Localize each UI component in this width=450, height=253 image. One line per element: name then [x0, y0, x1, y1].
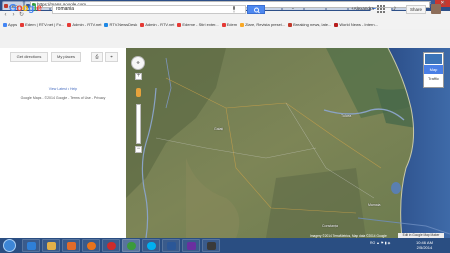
share-button[interactable]: Share: [406, 5, 426, 14]
chrome-icon: [127, 242, 136, 250]
map-canvas[interactable]: Galați Tulcea Constanța Mamaia: [126, 48, 450, 238]
taskbar-word[interactable]: [162, 239, 180, 252]
bookmark-label: Edem | RTV.net | Fo...: [25, 22, 65, 27]
traffic-button[interactable]: Traffic: [424, 76, 443, 82]
bookmark-item[interactable]: Admin - RTV.net: [140, 22, 174, 27]
bookmark-item[interactable]: RTV.NewsDesk: [104, 22, 137, 27]
bookmark-favicon-icon: [221, 22, 226, 27]
tray-icons[interactable]: ▲ ⚑ ▮ ◈: [376, 241, 390, 245]
bookmark-label: Edeme - Stiri exter...: [182, 22, 219, 27]
google-logo[interactable]: Google: [9, 3, 42, 14]
media-player-icon: [67, 242, 76, 250]
bookmark-item[interactable]: Ziare, Revista presei...: [240, 22, 285, 27]
taskbar-yahoo[interactable]: [182, 239, 200, 252]
apps-grid-icon[interactable]: [377, 5, 385, 13]
taskbar-explorer[interactable]: [42, 239, 60, 252]
bookmark-item[interactable]: Edeme - Stiri exter...: [177, 22, 219, 27]
clock-date: 2/5/2014: [416, 245, 433, 250]
menu-icon[interactable]: ≡: [440, 1, 448, 8]
microphone-icon[interactable]: [232, 6, 236, 13]
bookmark-item[interactable]: Edem: [221, 22, 238, 27]
clock[interactable]: 10:46 AM 2/5/2014: [416, 240, 433, 250]
system-tray: RO ▲ ⚑ ▮ ◈: [370, 241, 390, 245]
pan-control[interactable]: ✥: [131, 56, 145, 70]
internet-explorer-icon: [27, 242, 36, 250]
taskbar-media-player[interactable]: [62, 239, 80, 252]
zoom-out-button[interactable]: −: [135, 146, 142, 153]
taskbar-opera[interactable]: [102, 239, 120, 252]
back-icon[interactable]: ‹: [2, 12, 9, 19]
bookmark-item[interactable]: Breaking news, late...: [288, 22, 331, 27]
opera-icon: [107, 242, 116, 250]
bookmark-favicon-icon: [104, 22, 109, 27]
zoom-slider[interactable]: [136, 104, 141, 144]
city-label: Tulcea: [341, 114, 352, 118]
bookmark-item[interactable]: Edem | RTV.net | Fo...: [20, 22, 64, 27]
bookmark-label: Ziare, Revista presei...: [245, 22, 286, 27]
bookmark-label: Admin - RTV.net: [145, 22, 175, 27]
satellite-map[interactable]: [126, 48, 450, 238]
bookmark-favicon-icon: [20, 22, 25, 27]
city-label: Constanța: [322, 224, 338, 228]
notifications-icon[interactable]: ♪: [393, 5, 399, 13]
left-panel: Get directions My places ⎙ ⚭ View Latest…: [0, 48, 127, 238]
bookmark-label: Edem: [226, 22, 238, 27]
firefox-icon: [87, 242, 96, 250]
word-icon: [167, 242, 176, 250]
search-button[interactable]: [247, 5, 265, 14]
bookmark-favicon-icon: [240, 22, 245, 27]
zoom-in-button[interactable]: +: [135, 73, 142, 80]
search-icon: [254, 7, 260, 14]
media-icon: [207, 242, 216, 250]
bookmark-label: World News - Intern...: [339, 22, 378, 27]
get-directions-button[interactable]: Get directions: [10, 52, 48, 62]
language-indicator[interactable]: RO: [370, 241, 375, 245]
avatar[interactable]: [431, 4, 441, 14]
bookmark-label: Admin - RTV.net: [72, 22, 102, 27]
taskbar-firefox[interactable]: [82, 239, 100, 252]
city-label: Galați: [214, 127, 224, 131]
bookmark-favicon-icon: [334, 22, 339, 27]
bookmark-favicon-icon: [177, 22, 182, 27]
bookmark-label: Apps: [8, 22, 18, 27]
bookmark-item[interactable]: World News - Intern...: [334, 22, 378, 27]
my-places-button[interactable]: My places: [51, 52, 81, 62]
bookmark-label: RTV.NewsDesk: [109, 22, 138, 27]
google-header: [0, 29, 450, 49]
bookmark-item[interactable]: Apps: [3, 22, 17, 27]
taskbar-chrome[interactable]: [122, 239, 140, 252]
print-icon[interactable]: ⎙: [91, 52, 103, 62]
yahoo-messenger-icon: [187, 242, 196, 250]
bookmark-item[interactable]: Admin - RTV.net: [67, 22, 101, 27]
city-label: Mamaia: [368, 203, 381, 207]
start-button[interactable]: [3, 239, 16, 252]
user-name-link[interactable]: +Alexandra: [351, 6, 374, 11]
taskbar-skype[interactable]: [142, 239, 160, 252]
link-icon[interactable]: ⚭: [105, 52, 118, 62]
map-type-button[interactable]: Map: [424, 65, 443, 74]
bookmark-favicon-icon: [3, 22, 7, 27]
bookmark-favicon-icon: [67, 22, 72, 27]
footer-links[interactable]: Google Maps - ©2014 Google - Terms of Us…: [0, 96, 126, 100]
skype-icon: [147, 242, 156, 250]
bookmark-favicon-icon: [140, 22, 145, 27]
folder-icon: [47, 242, 56, 250]
panel-links[interactable]: View Latest • Help: [0, 87, 126, 91]
tab-favicon-icon: [4, 4, 8, 8]
taskbar-media[interactable]: [202, 239, 220, 252]
bookmark-label: Breaking news, late...: [293, 22, 332, 27]
satellite-thumbnail[interactable]: [425, 54, 442, 64]
street-view-pegman-icon[interactable]: [136, 88, 141, 97]
search-input[interactable]: romania: [52, 5, 246, 14]
bookmark-favicon-icon: [288, 22, 293, 27]
taskbar-ie[interactable]: [22, 239, 40, 252]
